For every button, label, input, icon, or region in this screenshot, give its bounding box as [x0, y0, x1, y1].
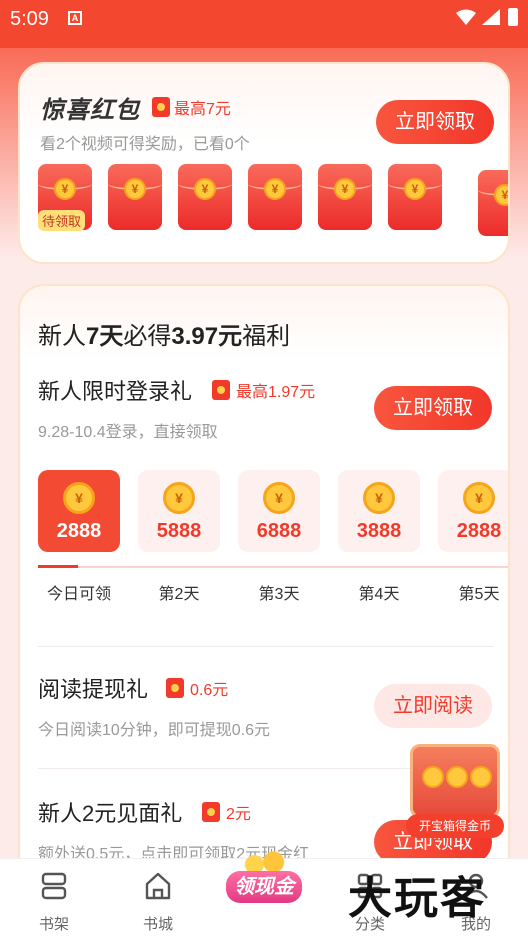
envelope-tag: 待领取: [38, 210, 86, 231]
tab-get-cash-label: 领现金: [226, 871, 302, 903]
coin-icon: ¥: [124, 178, 146, 200]
treasure-chest[interactable]: 开宝箱得金币: [404, 728, 506, 838]
red-envelope[interactable]: ¥: [388, 164, 442, 230]
meet-gift-title: 新人2元见面礼: [38, 801, 183, 826]
welfare-title-suffix: 福利: [242, 323, 291, 350]
coin-icon: ¥: [63, 482, 95, 514]
welfare-title-prefix: 新人: [38, 323, 86, 350]
day-label: 第3天: [258, 586, 300, 603]
day-value: 2888: [456, 520, 502, 542]
red-packet-icon: [152, 97, 170, 117]
coin-icon: ¥: [334, 178, 356, 200]
red-packet-icon: [202, 802, 220, 822]
red-envelope[interactable]: ¥: [178, 164, 232, 230]
surprise-max-label: 最高7元: [174, 101, 231, 118]
login-gift-title: 新人限时登录礼: [38, 379, 193, 404]
red-envelope[interactable]: ¥: [318, 164, 372, 230]
day-box: ¥ 3888: [338, 470, 420, 552]
coin-icon: [446, 766, 468, 788]
status-time: 5:09: [10, 8, 49, 30]
coin-icon: ¥: [163, 482, 195, 514]
surprise-redpacket-card: 惊喜红包 最高7元 看2个视频可得奖励，已看0个 立即领取 ¥ 待领取 ¥ ¥ …: [18, 62, 510, 264]
red-envelope[interactable]: ¥ 待领取: [38, 164, 92, 231]
claim-login-gift-button[interactable]: 立即领取: [374, 386, 492, 430]
red-envelope-stack[interactable]: ¥: [478, 170, 508, 236]
coin-icon: ¥: [263, 482, 295, 514]
red-envelope[interactable]: ¥: [108, 164, 162, 230]
reading-gift-subtitle: 今日阅读10分钟，即可提现0.6元: [38, 722, 271, 739]
day-label: 第2天: [158, 586, 200, 603]
bookshelf-icon: [41, 872, 67, 900]
day-box: ¥ 2888: [38, 470, 120, 552]
tab-bookstore[interactable]: 书城: [118, 871, 198, 934]
status-bar: 5:09 A: [0, 0, 528, 48]
day-item[interactable]: ¥ 2888 第5天: [438, 470, 508, 604]
reading-gift-amount: 0.6元: [190, 682, 229, 699]
welfare-title: 新人7天必得3.97元福利: [38, 316, 290, 351]
day-item[interactable]: ¥ 5888 第2天: [138, 470, 220, 604]
red-packet-icon: [212, 380, 230, 400]
tab-bookshelf-label: 书架: [38, 916, 69, 933]
day-value: 2888: [56, 520, 102, 542]
login-days-track: ¥ 2888 今日可领 ¥ 5888 第2天 ¥ 6888 第3天 ¥ 3888: [38, 470, 508, 606]
status-icons: [456, 8, 518, 26]
red-packet-icon: [166, 678, 184, 698]
surprise-max-tag: 最高7元: [152, 95, 231, 119]
battery-icon: [508, 8, 518, 26]
welfare-title-days: 7天: [86, 323, 124, 350]
day-box: ¥ 5888: [138, 470, 220, 552]
wifi-icon: [456, 9, 476, 25]
coin-icon: ¥: [404, 178, 426, 200]
day-label: 今日可领: [46, 586, 111, 603]
login-gift-max: 最高1.97元: [236, 384, 316, 401]
day-item[interactable]: ¥ 3888 第4天: [338, 470, 420, 604]
surprise-title: 惊喜红包: [40, 97, 140, 124]
login-gift-tag: 最高1.97元: [212, 378, 315, 402]
welfare-title-amount: 3.97元: [171, 323, 243, 350]
claim-surprise-button[interactable]: 立即领取: [376, 100, 494, 144]
day-label: 第4天: [358, 586, 400, 603]
envelope-row: ¥ 待领取 ¥ ¥ ¥ ¥ ¥ ¥: [38, 164, 508, 236]
coin-icon: [470, 766, 492, 788]
tab-get-cash[interactable]: 领现金: [222, 849, 306, 913]
read-now-button[interactable]: 立即阅读: [374, 684, 492, 728]
a-notification-icon: A: [68, 11, 82, 25]
day-value: 6888: [256, 520, 302, 542]
coin-icon: ¥: [463, 482, 495, 514]
coin-icon: ¥: [264, 178, 286, 200]
coin-icon: ¥: [54, 178, 76, 200]
watermark-logo: 大玩客: [348, 873, 486, 924]
welfare-title-mid: 必得: [123, 323, 172, 350]
day-value: 3888: [356, 520, 402, 542]
treasure-chest-label: 开宝箱得金币: [406, 814, 504, 838]
meet-gift-tag: 2元: [202, 800, 251, 824]
surprise-subtitle: 看2个视频可得奖励，已看0个: [40, 136, 250, 153]
red-envelope[interactable]: ¥: [248, 164, 302, 230]
coin-icon: ¥: [494, 184, 508, 206]
day-value: 5888: [156, 520, 202, 542]
divider: [38, 646, 494, 647]
day-label: 第5天: [458, 586, 500, 603]
home-icon: [145, 872, 171, 900]
reading-gift-tag: 0.6元: [166, 676, 228, 700]
login-gift-subtitle: 9.28-10.4登录，直接领取: [38, 424, 218, 441]
reading-gift-title: 阅读提现礼: [38, 677, 149, 702]
day-box: ¥ 2888: [438, 470, 508, 552]
tab-bookshelf[interactable]: 书架: [14, 871, 94, 934]
tab-bookstore-label: 书城: [142, 916, 173, 933]
coin-icon: ¥: [363, 482, 395, 514]
day-item[interactable]: ¥ 6888 第3天: [238, 470, 320, 604]
day-item[interactable]: ¥ 2888 今日可领: [38, 470, 120, 604]
coin-icon: [422, 766, 444, 788]
day-box: ¥ 6888: [238, 470, 320, 552]
meet-gift-amount: 2元: [226, 806, 251, 823]
signal-icon: [482, 9, 500, 25]
coin-icon: ¥: [194, 178, 216, 200]
